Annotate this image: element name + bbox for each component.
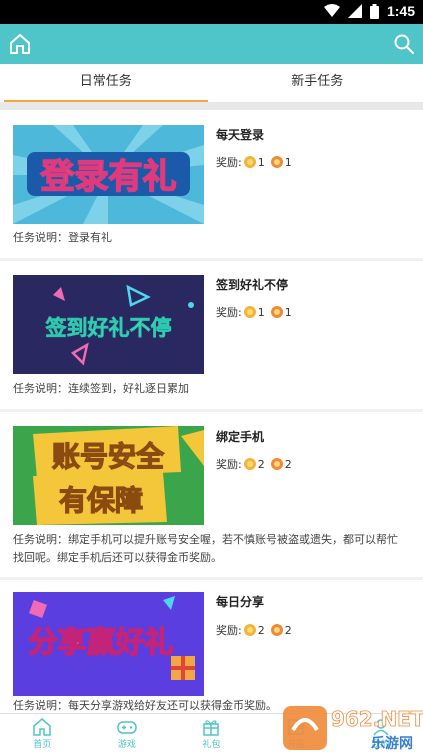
task-card[interactable]: 签到好礼不停 签到好礼不停 奖励: 1 1 任务说明：连续签到，好礼逐日累加	[0, 261, 423, 409]
gamepad-icon	[117, 721, 137, 734]
reward-coin-count: 2	[257, 623, 265, 637]
task-description: 任务说明：连续签到，好礼逐日累加	[13, 382, 189, 395]
coin-icon	[243, 624, 256, 636]
share-banner: 分享赢好礼	[28, 596, 195, 680]
task-description: 任务说明：登录有礼	[13, 231, 112, 244]
reward-label: 奖励:	[216, 458, 242, 471]
coin-icon	[243, 458, 256, 470]
nav-item-gifts[interactable]: 礼包	[169, 714, 254, 752]
watermark-text: 962.NET	[331, 707, 423, 731]
task-card[interactable]: 登录有礼 每天登录 奖励: 1 1 任务说明：登录有礼	[0, 110, 423, 258]
banner-title: 分享赢好礼	[28, 625, 173, 659]
search-icon[interactable]	[393, 33, 415, 55]
task-reward: 奖励: 1 1	[216, 154, 296, 170]
banner-title-line2: 有保障	[59, 484, 143, 517]
reward-coin-count: 1	[257, 305, 265, 319]
nav-label: 礼包	[202, 740, 221, 750]
banner-title-line1: 账号安全	[52, 440, 165, 473]
reward-coin-count: 2	[257, 457, 265, 471]
reward-point-count: 2	[284, 623, 292, 637]
status-bar: 1:45	[0, 0, 423, 24]
nav-label: 首页	[33, 740, 52, 750]
status-time: 1:45	[386, 3, 415, 19]
nav-label: 游戏	[117, 740, 136, 750]
task-banner: 账号安全 有保障	[13, 426, 204, 525]
nav-item-home[interactable]: 首页	[0, 714, 85, 752]
sign-in-banner: 签到好礼不停	[44, 284, 194, 366]
app-bar	[0, 24, 423, 64]
home-icon[interactable]	[8, 32, 32, 56]
home-icon	[33, 718, 52, 736]
point-icon	[270, 156, 283, 168]
reward-label: 奖励:	[216, 156, 242, 169]
watermark-logo: 962.NET 乐游网	[283, 706, 423, 752]
task-banner: 签到好礼不停	[13, 275, 204, 374]
coin-icon	[243, 306, 256, 318]
reward-point-count: 1	[284, 305, 292, 319]
gift-icon	[203, 720, 220, 736]
login-gift-banner: 登录有礼	[13, 125, 204, 224]
task-title: 签到好礼不停	[216, 278, 289, 292]
tab-daily-tasks[interactable]: 日常任务	[0, 64, 212, 102]
reward-point-count: 2	[284, 457, 292, 471]
reward-point-count: 1	[284, 155, 292, 169]
cellular-icon	[347, 4, 362, 18]
task-tabs: 日常任务 新手任务	[0, 64, 423, 102]
banner-title: 签到好礼不停	[45, 316, 172, 340]
point-icon	[270, 458, 283, 470]
coin-icon	[243, 156, 256, 168]
watermark-subtext: 乐游网	[371, 735, 413, 752]
task-reward: 奖励: 2 2	[216, 456, 296, 472]
nav-item-games[interactable]: 游戏	[85, 714, 170, 752]
task-banner: 登录有礼	[13, 125, 204, 224]
reward-coin-count: 1	[257, 155, 265, 169]
banner-title: 登录有礼	[40, 157, 177, 197]
point-icon	[270, 306, 283, 318]
task-card[interactable]: 分享赢好礼 每日分享 奖励: 2 2 任务说明：每天分享游戏给好友还可以获得金币…	[0, 580, 423, 718]
reward-label: 奖励:	[216, 306, 242, 319]
wifi-icon	[323, 4, 340, 17]
account-security-banner: 账号安全 有保障	[33, 426, 204, 525]
reward-label: 奖励:	[216, 624, 242, 637]
task-reward: 奖励: 1 1	[216, 304, 296, 320]
task-reward: 奖励: 2 2	[216, 622, 296, 638]
task-title: 每日分享	[216, 595, 265, 609]
battery-icon	[369, 3, 379, 19]
tab-newbie-tasks[interactable]: 新手任务	[212, 64, 423, 102]
task-title: 每天登录	[216, 128, 265, 142]
task-card[interactable]: 账号安全 有保障 绑定手机 奖励: 2 2 任务说明：绑定手机可以提升账号安全喔…	[0, 412, 423, 577]
task-banner: 分享赢好礼	[13, 592, 204, 696]
point-icon	[270, 624, 283, 636]
task-title: 绑定手机	[216, 430, 265, 444]
task-description: 任务说明：绑定手机可以提升账号安全喔，若不慎账号被盗或遗失，都可以帮忙找回呢。绑…	[13, 533, 398, 564]
